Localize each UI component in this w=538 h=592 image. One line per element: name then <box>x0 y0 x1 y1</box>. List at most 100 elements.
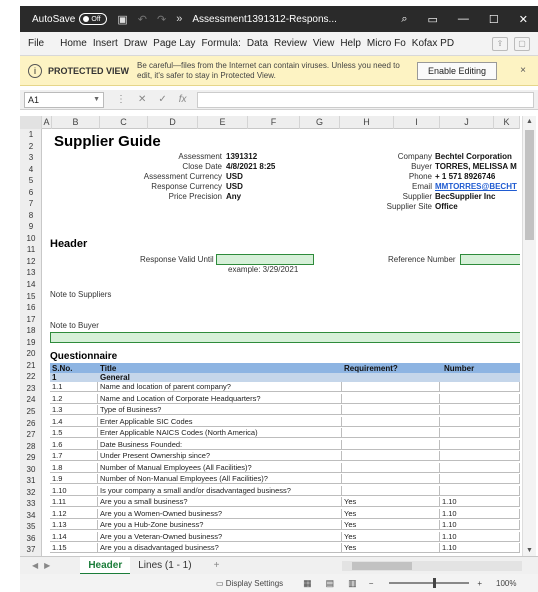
row-header[interactable]: 14 <box>20 279 42 291</box>
row-header[interactable]: 13 <box>20 267 42 279</box>
row-header[interactable]: 18 <box>20 325 42 337</box>
cell-title[interactable]: Enter Applicable NAICS Codes (North Amer… <box>98 428 342 437</box>
row-header[interactable]: 8 <box>20 210 42 222</box>
row-header[interactable]: 6 <box>20 187 42 199</box>
zoom-out-icon[interactable]: − <box>369 579 374 588</box>
cell-sno[interactable]: 1.7 <box>50 451 98 460</box>
cell-title[interactable]: Are you a small business? <box>98 497 342 506</box>
cell-requirement[interactable]: Yes <box>342 531 440 541</box>
row-header[interactable]: 28 <box>20 441 42 453</box>
reference-number-input[interactable] <box>460 254 520 265</box>
formula-input[interactable] <box>196 91 534 108</box>
zoom-level[interactable]: 100% <box>496 579 516 588</box>
cell-requirement[interactable] <box>342 393 440 403</box>
column-header-g[interactable]: G <box>300 116 340 129</box>
cell-number[interactable] <box>440 439 520 449</box>
row-header[interactable]: 19 <box>20 337 42 349</box>
close-icon[interactable]: ✕ <box>519 13 528 26</box>
cell-sno[interactable]: 1.10 <box>50 485 98 495</box>
cell-title[interactable]: Under Present Ownership since? <box>98 451 342 460</box>
column-header-j[interactable]: J <box>440 116 494 129</box>
cell-number[interactable] <box>440 485 520 495</box>
sheet-tab-header[interactable]: Header <box>80 556 131 575</box>
row-header[interactable]: 31 <box>20 475 42 487</box>
cell-title[interactable]: Are you a disadvantaged business? <box>98 543 342 552</box>
tab-home[interactable]: Home <box>57 38 90 49</box>
row-header[interactable]: 29 <box>20 452 42 464</box>
row-header[interactable]: 9 <box>20 221 42 233</box>
cell-number[interactable] <box>440 416 520 426</box>
cell-requirement[interactable] <box>342 405 440 414</box>
page-layout-view-icon[interactable]: ▤ <box>326 578 335 589</box>
cell-sno[interactable]: 1.8 <box>50 462 98 472</box>
tab-insert[interactable]: Insert <box>90 38 121 49</box>
column-header-h[interactable]: H <box>340 116 394 129</box>
row-header[interactable]: 1 <box>20 129 42 141</box>
cell-number[interactable] <box>440 451 520 460</box>
cell-sno[interactable]: 1.11 <box>50 497 98 506</box>
cell-requirement[interactable]: Yes <box>342 497 440 506</box>
tab-draw[interactable]: Draw <box>121 38 150 49</box>
row-header[interactable]: 15 <box>20 291 42 303</box>
sheet-nav-arrows[interactable]: ◀▶ <box>32 561 56 570</box>
cell-requirement[interactable]: Yes <box>342 520 440 529</box>
row-header[interactable]: 11 <box>20 244 42 256</box>
maximize-icon[interactable]: ☐ <box>489 13 499 26</box>
row-header[interactable]: 34 <box>20 510 42 522</box>
tab-page-layout[interactable]: Page Lay <box>150 38 198 49</box>
redo-icon[interactable]: ↷ <box>157 13 166 26</box>
cell-number[interactable]: 1.10 <box>440 531 520 541</box>
cell-sno[interactable]: 1.14 <box>50 531 98 541</box>
cell-sno[interactable]: 1.4 <box>50 416 98 426</box>
scroll-thumb[interactable] <box>525 130 534 240</box>
cell-number[interactable] <box>440 405 520 414</box>
cell-number[interactable] <box>440 393 520 403</box>
cell-requirement[interactable] <box>342 485 440 495</box>
zoom-slider-knob[interactable] <box>433 578 437 588</box>
vertical-scrollbar[interactable]: ▲ ▼ <box>522 116 536 556</box>
row-header[interactable]: 16 <box>20 302 42 314</box>
cell-title[interactable]: Are you a Veteran-Owned business? <box>98 531 342 541</box>
row-header[interactable]: 25 <box>20 406 42 418</box>
row-header[interactable]: 26 <box>20 418 42 430</box>
select-all-corner[interactable] <box>20 116 42 129</box>
cell-requirement[interactable] <box>342 451 440 460</box>
cell-title[interactable]: Type of Business? <box>98 405 342 414</box>
scroll-down-icon[interactable]: ▼ <box>526 547 533 554</box>
page-break-view-icon[interactable]: ▥ <box>348 578 357 589</box>
column-header-i[interactable]: I <box>394 116 440 129</box>
cell-number[interactable]: 1.10 <box>440 497 520 506</box>
hscroll-thumb[interactable] <box>352 561 412 570</box>
ribbon-display-icon[interactable]: ▭ <box>428 13 438 26</box>
column-header-a[interactable]: A <box>42 116 52 129</box>
add-sheet-icon[interactable]: + <box>214 560 220 571</box>
share-icon[interactable]: ⇪ <box>492 36 508 51</box>
column-header-d[interactable]: D <box>148 116 198 129</box>
minimize-icon[interactable]: — <box>458 13 469 26</box>
cell-sno[interactable]: 1.6 <box>50 439 98 449</box>
row-header[interactable]: 37 <box>20 544 42 556</box>
response-valid-until-input[interactable] <box>216 254 314 265</box>
name-box[interactable]: A1 ▼ <box>24 91 104 108</box>
save-icon[interactable]: ▣ <box>117 13 127 26</box>
cell-sno[interactable]: 1.15 <box>50 543 98 552</box>
cell-number[interactable] <box>440 382 520 391</box>
undo-icon[interactable]: ↶ <box>138 13 147 26</box>
cell-requirement[interactable] <box>342 382 440 391</box>
row-header[interactable]: 10 <box>20 233 42 245</box>
row-header[interactable]: 20 <box>20 348 42 360</box>
tab-view[interactable]: View <box>310 38 338 49</box>
column-header-k[interactable]: K <box>494 116 520 129</box>
cell-sno[interactable]: 1.1 <box>50 382 98 391</box>
row-header[interactable]: 24 <box>20 394 42 406</box>
tab-formulas[interactable]: Formula: <box>198 38 243 49</box>
cell-sno[interactable]: 1.12 <box>50 508 98 518</box>
search-icon[interactable]: ⌕ <box>401 13 407 26</box>
cell-requirement[interactable] <box>342 474 440 483</box>
cell-requirement[interactable] <box>342 462 440 472</box>
tab-microsoft-forms[interactable]: Micro Fo <box>364 38 409 49</box>
scroll-up-icon[interactable]: ▲ <box>526 118 533 125</box>
tab-data[interactable]: Data <box>244 38 271 49</box>
comments-icon[interactable]: ▢ <box>514 36 530 51</box>
cell-number[interactable]: 1.10 <box>440 520 520 529</box>
